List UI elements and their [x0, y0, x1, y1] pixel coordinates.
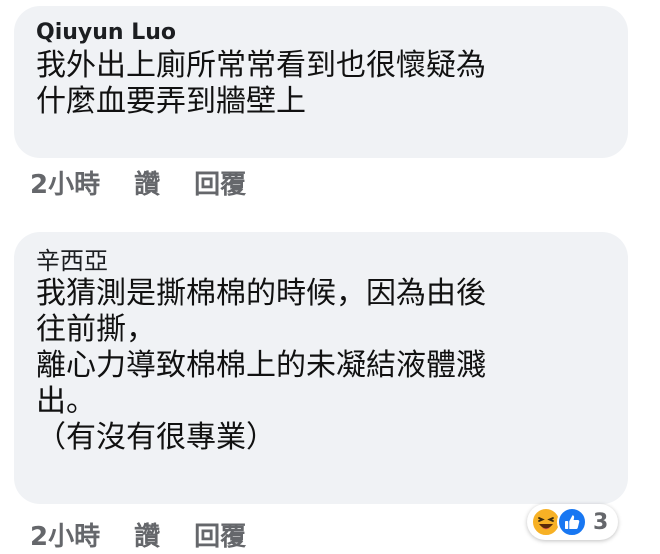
- comment-text: 我外出上廁所常常看到也很懷疑為 什麼血要弄到牆壁上: [36, 48, 486, 119]
- comment-2: 辛西亞 我猜測是撕棉棉的時候，因為由後 往前撕， 離心力導致棉棉上的未凝結液體濺…: [14, 232, 628, 504]
- like-button[interactable]: 讚: [134, 164, 160, 201]
- comment-text: 我猜測是撕棉棉的時候，因為由後 往前撕， 離心力導致棉棉上的未凝結液體濺 出。 …: [36, 276, 486, 455]
- reply-button[interactable]: 回覆: [194, 516, 246, 553]
- reaction-count: 3: [593, 509, 609, 535]
- comment-bubble: Qiuyun Luo 我外出上廁所常常看到也很懷疑為 什麼血要弄到牆壁上: [14, 6, 628, 158]
- reaction-summary[interactable]: 3: [527, 504, 619, 540]
- reply-button[interactable]: 回覆: [194, 164, 246, 201]
- comment-timestamp[interactable]: 2小時: [30, 516, 100, 553]
- comment-timestamp[interactable]: 2小時: [30, 164, 100, 201]
- comment-author-name[interactable]: Qiuyun Luo: [36, 18, 608, 48]
- comment-bubble: 辛西亞 我猜測是撕棉棉的時候，因為由後 往前撕， 離心力導致棉棉上的未凝結液體濺…: [14, 232, 628, 504]
- like-button[interactable]: 讚: [134, 516, 160, 553]
- comment-1: Qiuyun Luo 我外出上廁所常常看到也很懷疑為 什麼血要弄到牆壁上: [14, 6, 628, 158]
- comment-actions: 2小時 讚 回覆: [30, 516, 280, 553]
- comment-author-name[interactable]: 辛西亞: [36, 246, 608, 276]
- comment-actions: 2小時 讚 回覆: [30, 164, 280, 201]
- like-thumb-icon: [557, 507, 587, 537]
